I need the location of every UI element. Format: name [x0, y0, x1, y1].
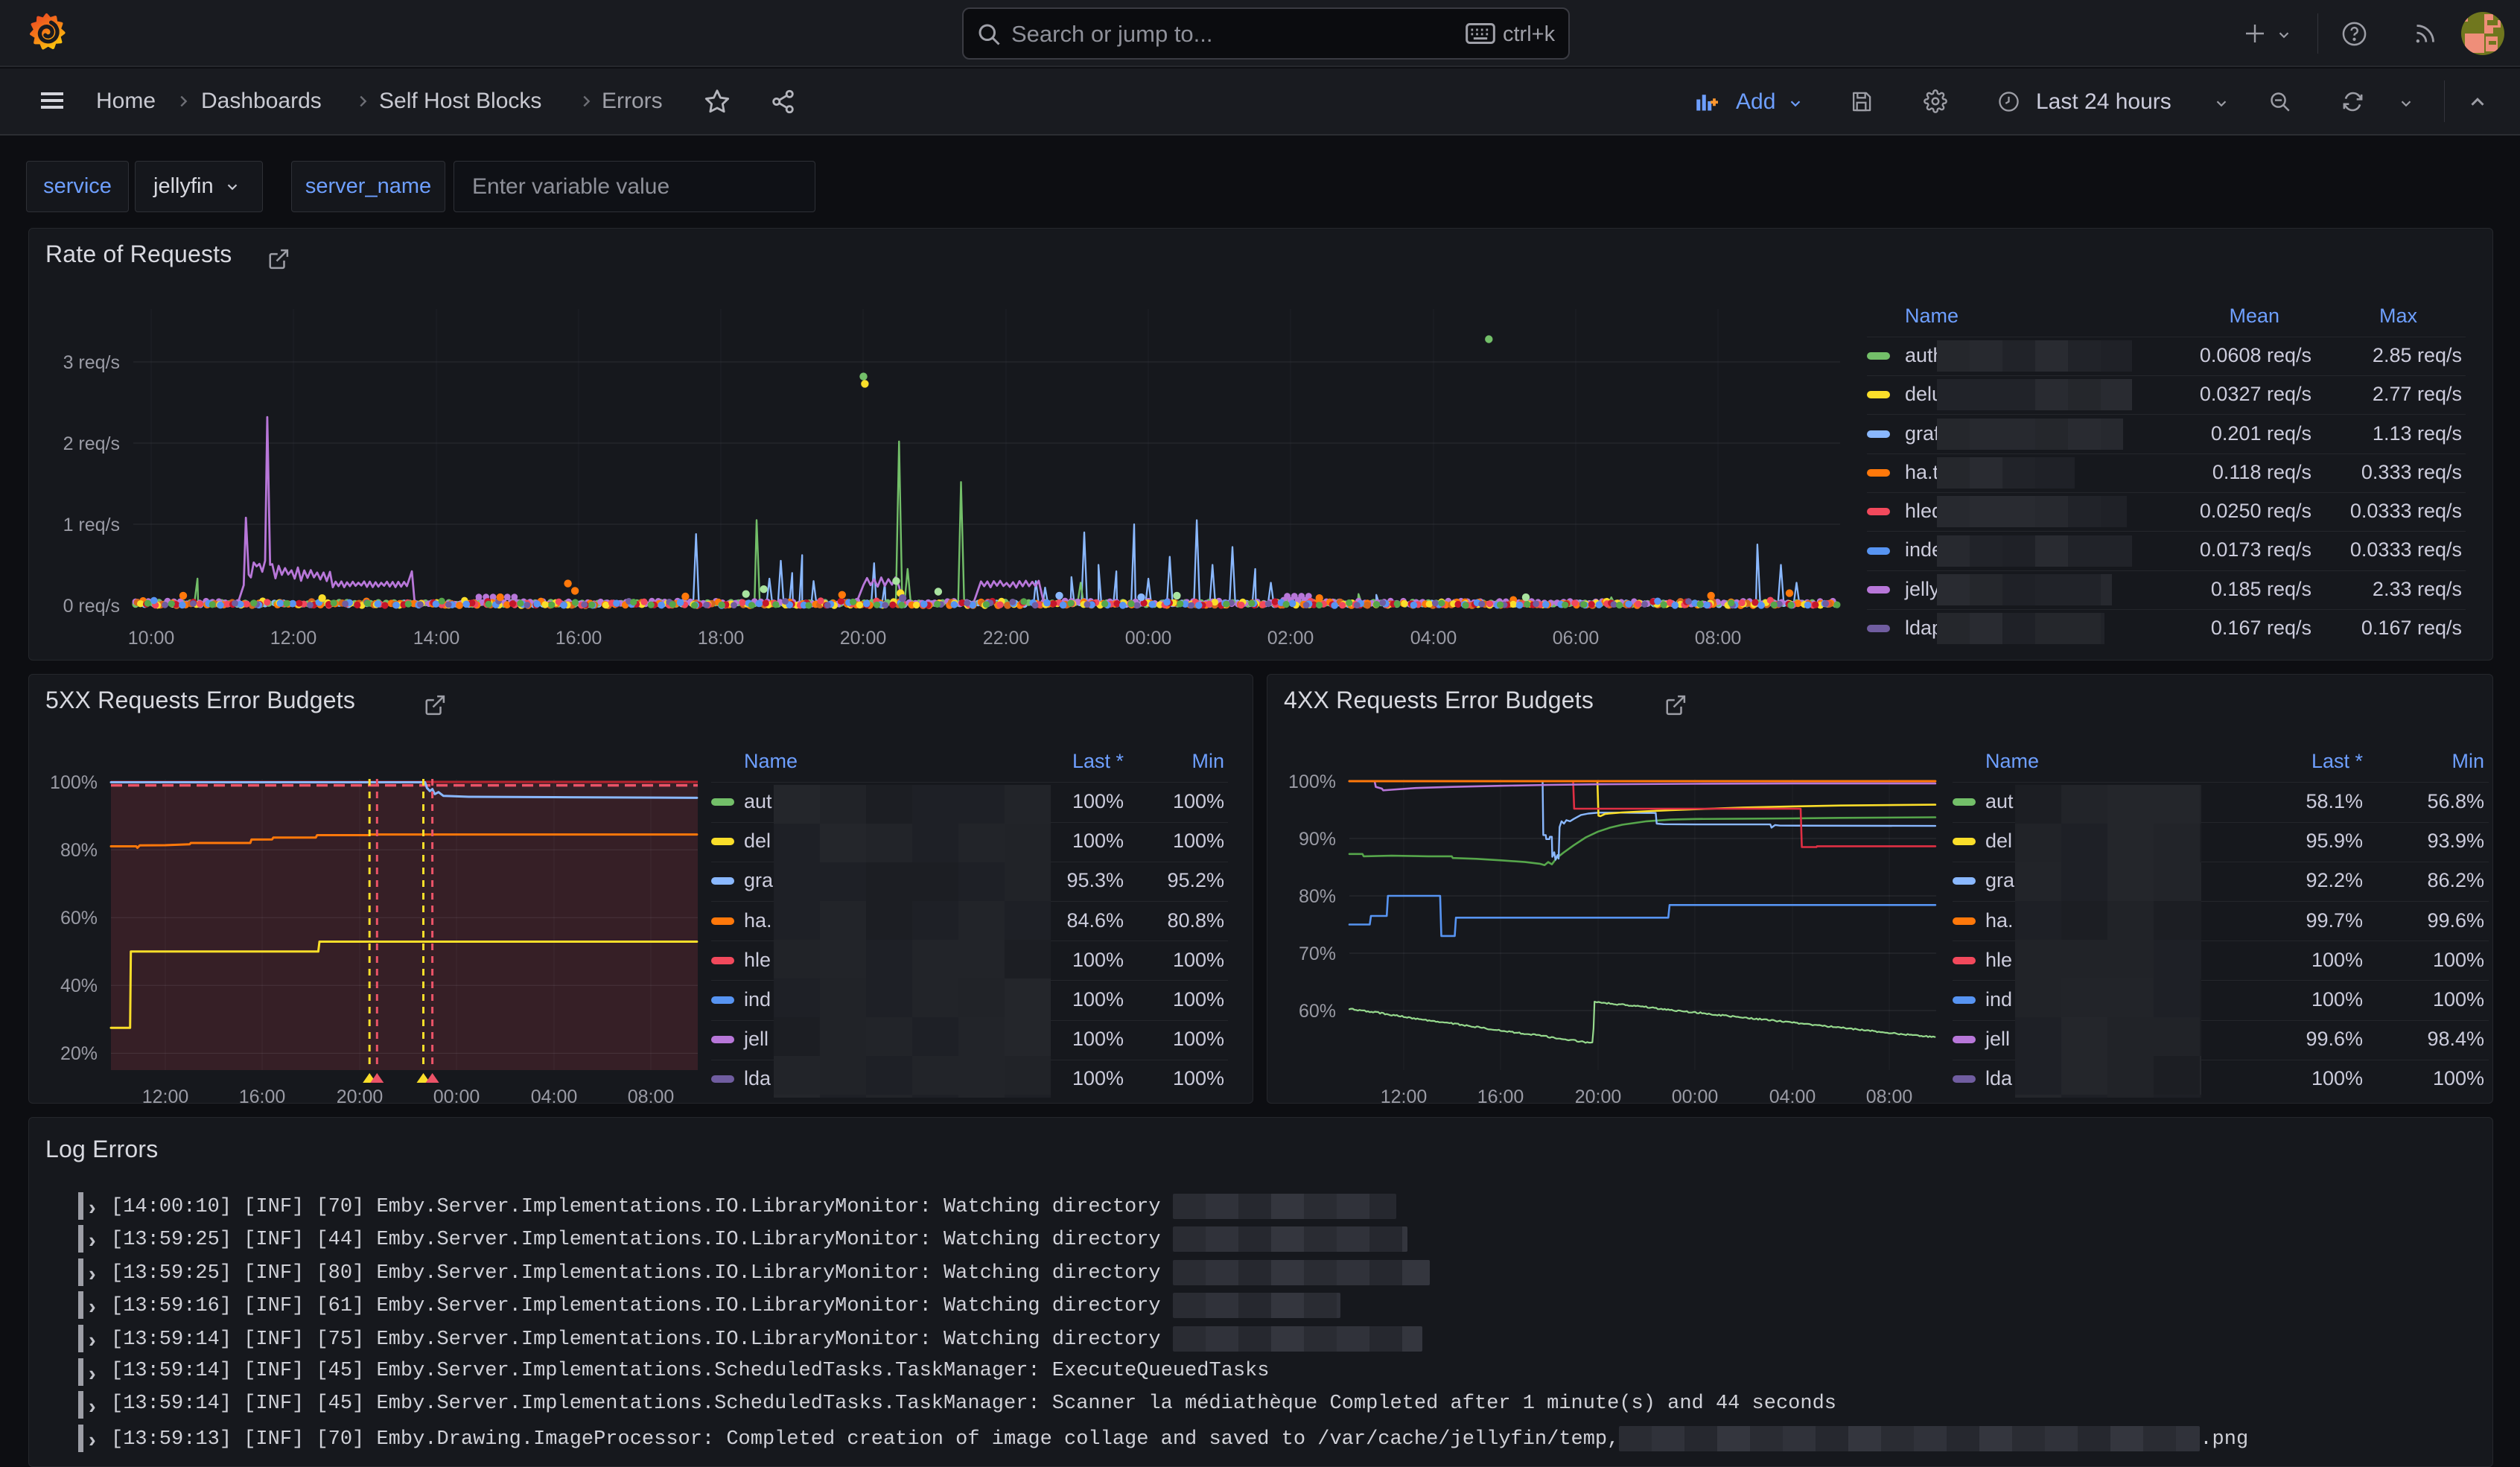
- svg-text:20:00: 20:00: [1575, 1086, 1622, 1104]
- svg-text:08:00: 08:00: [1866, 1086, 1913, 1104]
- svg-text:00:00: 00:00: [1672, 1086, 1719, 1104]
- svg-text:16:00: 16:00: [1477, 1086, 1524, 1104]
- svg-text:20%: 20%: [60, 1043, 98, 1064]
- svg-text:16:00: 16:00: [239, 1086, 286, 1104]
- svg-text:00:00: 00:00: [433, 1086, 480, 1104]
- svg-text:90%: 90%: [1299, 829, 1336, 850]
- svg-text:100%: 100%: [1288, 771, 1336, 792]
- svg-text:60%: 60%: [1299, 1001, 1336, 1022]
- svg-text:12:00: 12:00: [1381, 1086, 1428, 1104]
- svg-text:80%: 80%: [60, 840, 98, 861]
- svg-text:12:00: 12:00: [142, 1086, 189, 1104]
- svg-text:04:00: 04:00: [531, 1086, 578, 1104]
- svg-text:70%: 70%: [1299, 943, 1336, 964]
- svg-text:08:00: 08:00: [628, 1086, 675, 1104]
- svg-text:04:00: 04:00: [1769, 1086, 1816, 1104]
- svg-text:80%: 80%: [1299, 886, 1336, 907]
- svg-text:100%: 100%: [50, 772, 98, 793]
- svg-text:20:00: 20:00: [337, 1086, 384, 1104]
- svg-text:40%: 40%: [60, 976, 98, 996]
- svg-text:60%: 60%: [60, 908, 98, 929]
